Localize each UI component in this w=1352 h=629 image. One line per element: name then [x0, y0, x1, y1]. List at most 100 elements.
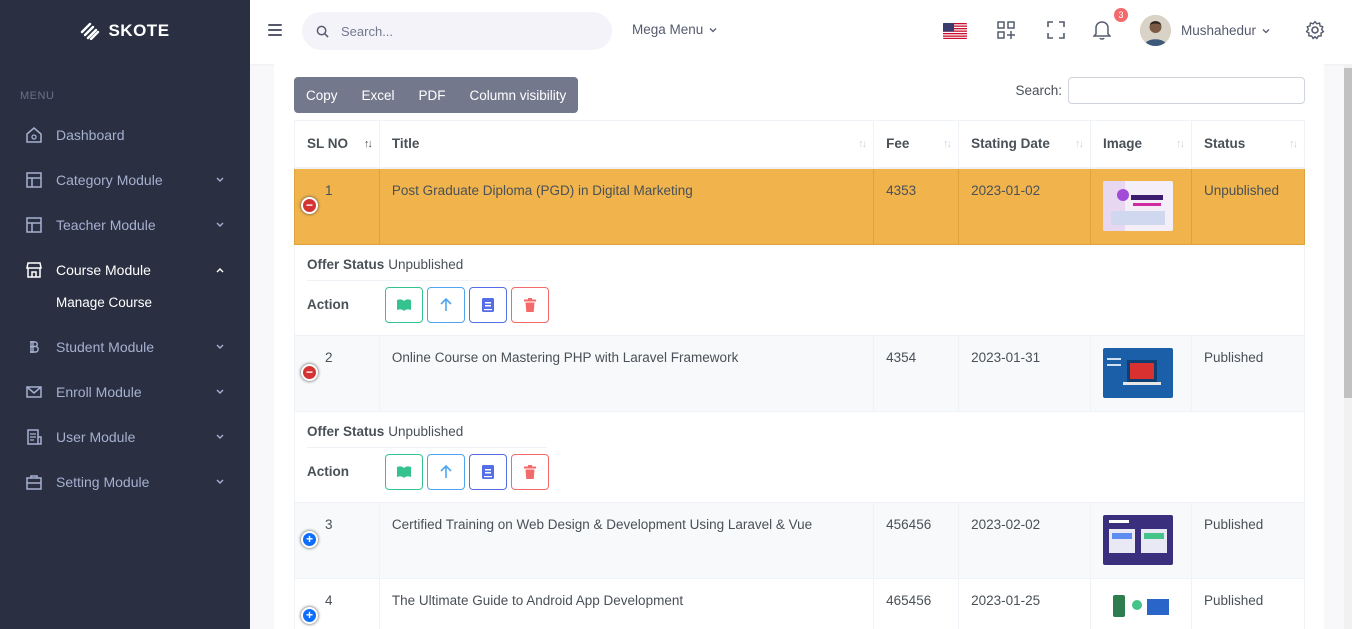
- title-cell: The Ultimate Guide to Android App Develo…: [378, 577, 875, 629]
- publish-button[interactable]: [427, 286, 465, 323]
- date-cell: 2023-02-02: [958, 501, 1091, 579]
- sidebar-item-category-module[interactable]: Category Module: [0, 157, 250, 202]
- title-cell: Online Course on Mastering PHP with Lara…: [378, 334, 875, 412]
- date-cell: 2023-01-02: [958, 167, 1091, 245]
- notebook-icon: [482, 464, 494, 479]
- table-row[interactable]: + 3 Certified Training on Web Design & D…: [294, 501, 1306, 579]
- mega-menu-dropdown[interactable]: Mega Menu: [632, 22, 717, 37]
- table-search-input[interactable]: [1068, 77, 1305, 104]
- offer-status-value: Unpublished: [388, 256, 464, 272]
- column-header-date[interactable]: Stating Date ↑↓: [958, 120, 1091, 169]
- sidebar-item-dashboard[interactable]: Dashboard: [0, 112, 250, 157]
- expand-row-icon[interactable]: +: [301, 606, 318, 624]
- bell-icon[interactable]: [1090, 18, 1114, 42]
- row-details-cell: Offer Status Unpublished Action: [294, 410, 1305, 503]
- course-thumbnail: [1103, 180, 1173, 231]
- sidebar-item-label: Setting Module: [56, 473, 150, 490]
- store-icon: [24, 260, 44, 280]
- sl-value: 3: [325, 516, 333, 532]
- column-header-image[interactable]: Image ↑↓: [1090, 120, 1192, 169]
- topbar: Mega Menu 3 Mushahedur: [250, 0, 1352, 64]
- top-search[interactable]: [302, 12, 612, 50]
- username-label: Mushahedur: [1181, 23, 1257, 38]
- sidebar-item-enroll-module[interactable]: Enroll Module: [0, 369, 250, 414]
- scrollbar-thumb[interactable]: [1344, 68, 1352, 398]
- sidebar-item-user-module[interactable]: User Module: [0, 414, 250, 459]
- sidebar: SKOTE MENU Dashboard Category Module Tea…: [0, 0, 250, 629]
- course-table: SL NO ↑↓ Title ↑↓ Fee ↑↓ Stating Date ↑↓ Ima…: [294, 120, 1306, 629]
- table-row[interactable]: + 4 The Ultimate Guide to Android App De…: [294, 577, 1306, 629]
- search-icon: [316, 25, 329, 38]
- header-label: SL NO: [307, 136, 349, 152]
- sidebar-item-setting-module[interactable]: Setting Module: [0, 459, 250, 504]
- expand-row-icon[interactable]: +: [301, 530, 318, 548]
- status-cell: Published: [1190, 334, 1306, 412]
- header-label: Fee: [886, 136, 910, 152]
- action-line: Action: [307, 286, 1292, 323]
- collapse-row-icon[interactable]: −: [301, 196, 318, 214]
- column-header-title[interactable]: Title ↑↓: [378, 120, 875, 169]
- sidebar-item-course-module[interactable]: Course Module: [0, 247, 250, 292]
- arrow-up-icon: [440, 464, 452, 478]
- status-cell: Unpublished: [1190, 167, 1306, 245]
- gear-icon[interactable]: [1303, 18, 1327, 42]
- user-menu[interactable]: Mushahedur: [1181, 23, 1270, 38]
- page-scrollbar[interactable]: [1344, 64, 1352, 629]
- edit-course-button[interactable]: [469, 453, 507, 490]
- action-label: Action: [307, 464, 349, 479]
- export-button-group: Copy Excel PDF Column visibility: [294, 77, 579, 113]
- column-header-status[interactable]: Status ↑↓: [1190, 120, 1306, 169]
- fee-cell: 4354: [873, 334, 960, 412]
- avatar[interactable]: [1140, 15, 1171, 46]
- sidebar-item-label: Enroll Module: [56, 383, 142, 400]
- offer-status-value: Unpublished: [388, 423, 464, 439]
- view-course-button[interactable]: [385, 286, 423, 323]
- trash-icon: [524, 464, 536, 479]
- us-flag-icon[interactable]: [943, 23, 967, 39]
- delete-button[interactable]: [511, 286, 549, 323]
- briefcase-icon: [24, 472, 44, 492]
- chevron-down-icon: [216, 434, 224, 439]
- copy-button[interactable]: Copy: [294, 77, 350, 113]
- chevron-down-icon: [709, 27, 717, 32]
- view-course-button[interactable]: [385, 453, 423, 490]
- layout-icon: [24, 215, 44, 235]
- receipt-icon: [24, 427, 44, 447]
- search-input[interactable]: [341, 23, 581, 39]
- envelope-icon: [24, 382, 44, 402]
- action-line: Action: [307, 453, 1292, 490]
- publish-button[interactable]: [427, 453, 465, 490]
- sl-cell: − 2: [294, 334, 380, 412]
- sort-icon: ↑↓: [1175, 137, 1185, 150]
- delete-button[interactable]: [511, 453, 549, 490]
- hamburger-menu-icon[interactable]: [268, 24, 282, 38]
- fullscreen-icon[interactable]: [1044, 18, 1068, 42]
- layout-icon: [24, 170, 44, 190]
- column-visibility-button[interactable]: Column visibility: [458, 77, 579, 113]
- table-row[interactable]: − 2 Online Course on Mastering PHP with …: [294, 334, 1306, 412]
- table-row[interactable]: − 1 Post Graduate Diploma (PGD) in Digit…: [294, 167, 1306, 245]
- brand-name: SKOTE: [108, 21, 170, 40]
- image-cell: [1090, 501, 1192, 579]
- sort-icon: ↑↓: [363, 137, 373, 150]
- excel-button[interactable]: Excel: [350, 77, 407, 113]
- edit-course-button[interactable]: [469, 286, 507, 323]
- sidebar-item-label: Teacher Module: [56, 216, 156, 233]
- collapse-row-icon[interactable]: −: [301, 363, 318, 381]
- chevron-down-icon: [216, 479, 224, 484]
- apps-grid-icon[interactable]: [994, 18, 1018, 42]
- offer-status-label: Offer Status: [307, 256, 385, 272]
- chevron-down-icon: [216, 389, 224, 394]
- chevron-down-icon: [1262, 28, 1270, 33]
- column-header-fee[interactable]: Fee ↑↓: [873, 120, 960, 169]
- date-cell: 2023-01-25: [958, 577, 1091, 629]
- sidebar-item-student-module[interactable]: Student Module: [0, 324, 250, 369]
- sidebar-item-label: User Module: [56, 428, 136, 445]
- brand-logo[interactable]: SKOTE: [0, 0, 250, 62]
- header-label: Stating Date: [971, 136, 1050, 152]
- column-header-sl-no[interactable]: SL NO ↑↓: [294, 120, 380, 169]
- sort-icon: ↑↓: [1289, 137, 1298, 150]
- offer-status-line: Offer Status Unpublished: [307, 424, 547, 448]
- sidebar-item-teacher-module[interactable]: Teacher Module: [0, 202, 250, 247]
- pdf-button[interactable]: PDF: [407, 77, 458, 113]
